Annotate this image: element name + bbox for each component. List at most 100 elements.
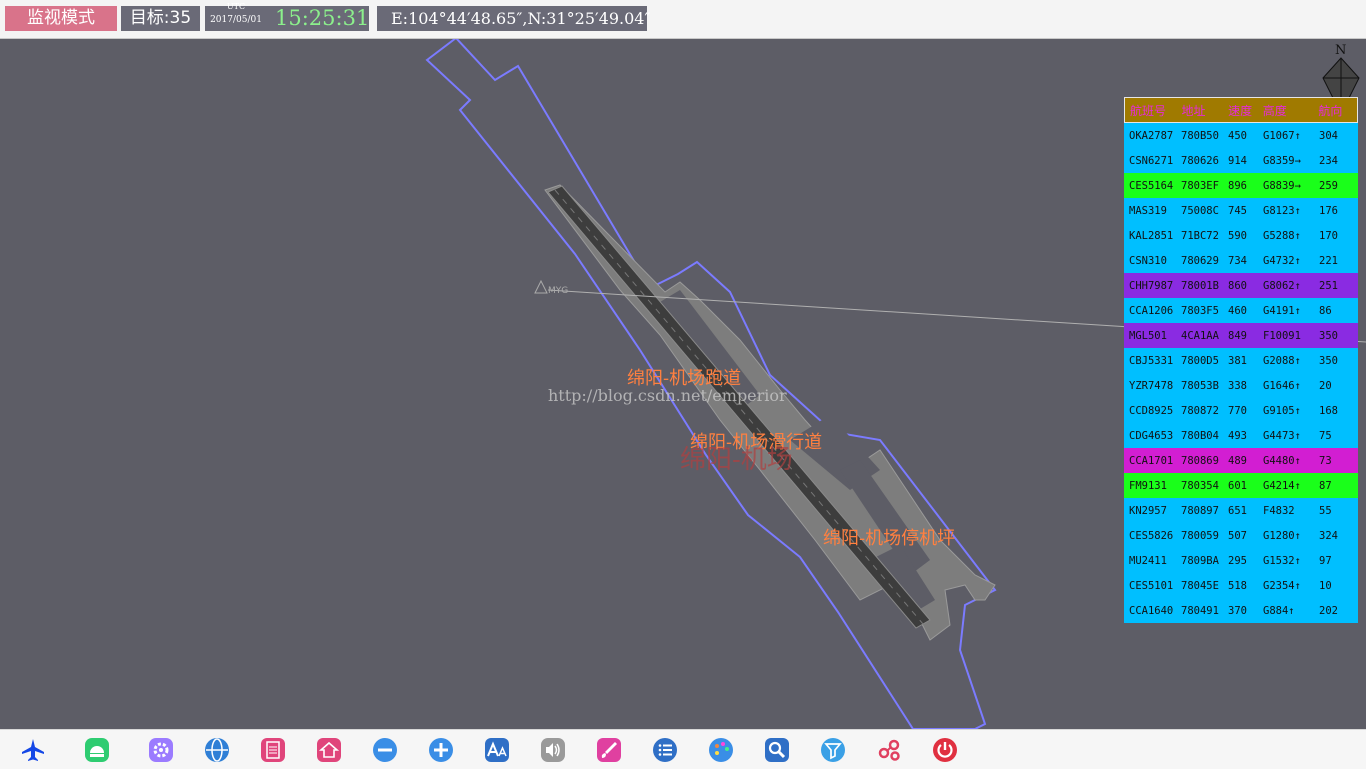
cell-speed: 734 <box>1228 254 1247 267</box>
filter-button[interactable] <box>820 737 846 763</box>
table-row[interactable]: CHH7987 78001B 860 G8062↑ 251 <box>1124 273 1358 298</box>
cell-flight: CHH7987 <box>1129 279 1174 292</box>
cell-heading: 55 <box>1319 504 1332 517</box>
cell-flight: CCA1701 <box>1129 454 1174 467</box>
list-button[interactable] <box>652 737 678 763</box>
utc-date: 2017/05/01 <box>210 15 262 25</box>
table-row[interactable]: CDG4653 780B04 493 G4473↑ 75 <box>1124 423 1358 448</box>
zoom-out-button[interactable] <box>372 737 398 763</box>
brush-icon <box>597 738 621 762</box>
cell-heading: 202 <box>1319 604 1338 617</box>
table-row[interactable]: CCD8925 780872 770 G9105↑ 168 <box>1124 398 1358 423</box>
palette-button[interactable] <box>708 737 734 763</box>
cell-speed: 745 <box>1228 204 1247 217</box>
cell-speed: 489 <box>1228 454 1247 467</box>
airplane-icon <box>22 739 44 761</box>
table-row[interactable]: CCA1206 7803F5 460 G4191↑ 86 <box>1124 298 1358 323</box>
table-row[interactable]: MU2411 7809BA 295 G1532↑ 97 <box>1124 548 1358 573</box>
cell-heading: 221 <box>1319 254 1338 267</box>
table-row[interactable]: OKA2787 780B50 450 G1067↑ 304 <box>1124 123 1358 148</box>
compass-label: N <box>1335 43 1346 58</box>
list-icon <box>653 738 677 762</box>
table-row[interactable]: CSN310 780629 734 G4732↑ 221 <box>1124 248 1358 273</box>
cell-flight: MGL501 <box>1129 329 1167 342</box>
cell-address: 78001B <box>1181 279 1219 292</box>
notepad-button[interactable] <box>260 737 286 763</box>
cell-speed: 896 <box>1228 179 1247 192</box>
table-row[interactable]: CES5164 7803EF 896 G8839→ 259 <box>1124 173 1358 198</box>
cell-address: 780629 <box>1181 254 1219 267</box>
search-icon <box>765 738 789 762</box>
cell-speed: 849 <box>1228 329 1247 342</box>
mode-indicator[interactable]: 监视模式 <box>5 6 117 31</box>
cell-speed: 590 <box>1228 229 1247 242</box>
home-button[interactable] <box>316 737 342 763</box>
header-flight[interactable]: 航班号 <box>1125 102 1182 119</box>
cell-altitude: G9105↑ <box>1263 404 1301 417</box>
globe-icon <box>205 738 229 762</box>
utc-label: UTC <box>226 2 246 11</box>
apron-label: 绵阳-机场停机坪 <box>823 528 955 549</box>
radar-icon <box>85 738 109 762</box>
cell-altitude: F4832 <box>1263 504 1295 517</box>
font-button[interactable] <box>484 737 510 763</box>
table-row[interactable]: CCA1640 780491 370 G884↑ 202 <box>1124 598 1358 623</box>
header-heading[interactable]: 航向 <box>1314 102 1357 119</box>
brush-button[interactable] <box>596 737 622 763</box>
font-icon <box>485 738 509 762</box>
cell-address: 780626 <box>1181 154 1219 167</box>
power-button[interactable] <box>932 737 958 763</box>
table-row[interactable]: CSN6271 780626 914 G8359→ 234 <box>1124 148 1358 173</box>
table-row[interactable]: CCA1701 780869 489 G4480↑ 73 <box>1124 448 1358 473</box>
table-row[interactable]: CES5101 78045E 518 G2354↑ 10 <box>1124 573 1358 598</box>
cell-heading: 251 <box>1319 279 1338 292</box>
table-row[interactable]: CES5826 780059 507 G1280↑ 324 <box>1124 523 1358 548</box>
cell-address: 780059 <box>1181 529 1219 542</box>
cell-heading: 350 <box>1319 354 1338 367</box>
cell-altitude: G4191↑ <box>1263 304 1301 317</box>
table-row[interactable]: KAL2851 71BC72 590 G5288↑ 170 <box>1124 223 1358 248</box>
table-row[interactable]: MGL501 4CA1AA 849 F10091 350 <box>1124 323 1358 348</box>
airplane-button[interactable] <box>20 737 46 763</box>
globe-button[interactable] <box>204 737 230 763</box>
cell-flight: CSN6271 <box>1129 154 1174 167</box>
header-altitude[interactable]: 高度 <box>1263 102 1315 119</box>
cell-flight: CBJ5331 <box>1129 354 1174 367</box>
zoom-in-icon <box>429 738 453 762</box>
cell-address: 780897 <box>1181 504 1219 517</box>
table-row[interactable]: YZR7478 78053B 338 G1646↑ 20 <box>1124 373 1358 398</box>
cell-altitude: G1646↑ <box>1263 379 1301 392</box>
table-row[interactable]: FM9131 780354 601 G4214↑ 87 <box>1124 473 1358 498</box>
radar-button[interactable] <box>84 737 110 763</box>
cell-altitude: F10091 <box>1263 329 1301 342</box>
volume-button[interactable] <box>540 737 566 763</box>
zoom-in-button[interactable] <box>428 737 454 763</box>
cell-heading: 20 <box>1319 379 1332 392</box>
cell-altitude: G884↑ <box>1263 604 1295 617</box>
target-count: 目标:35 <box>121 6 200 31</box>
cell-address: 780B04 <box>1181 429 1219 442</box>
cell-altitude: G2354↑ <box>1263 579 1301 592</box>
header-speed[interactable]: 速度 <box>1228 102 1263 119</box>
watermark: http://blog.csdn.net/emperior <box>548 386 787 405</box>
gear-icon <box>149 738 173 762</box>
cell-address: 7803F5 <box>1181 304 1219 317</box>
cell-address: 7800D5 <box>1181 354 1219 367</box>
gear-button[interactable] <box>148 737 174 763</box>
table-row[interactable]: KN2957 780897 651 F4832 55 <box>1124 498 1358 523</box>
volume-icon <box>541 738 565 762</box>
cell-address: 780354 <box>1181 479 1219 492</box>
cell-speed: 295 <box>1228 554 1247 567</box>
cell-heading: 10 <box>1319 579 1332 592</box>
cell-flight: FM9131 <box>1129 479 1167 492</box>
cell-heading: 259 <box>1319 179 1338 192</box>
runway <box>547 185 931 629</box>
cell-heading: 168 <box>1319 404 1338 417</box>
cell-altitude: G1532↑ <box>1263 554 1301 567</box>
search-button[interactable] <box>764 737 790 763</box>
header-address[interactable]: 地址 <box>1182 102 1229 119</box>
table-row[interactable]: MAS319 75008C 745 G8123↑ 176 <box>1124 198 1358 223</box>
compass-icon: N <box>1322 43 1360 99</box>
table-row[interactable]: CBJ5331 7800D5 381 G2088↑ 350 <box>1124 348 1358 373</box>
share-button[interactable] <box>876 737 902 763</box>
